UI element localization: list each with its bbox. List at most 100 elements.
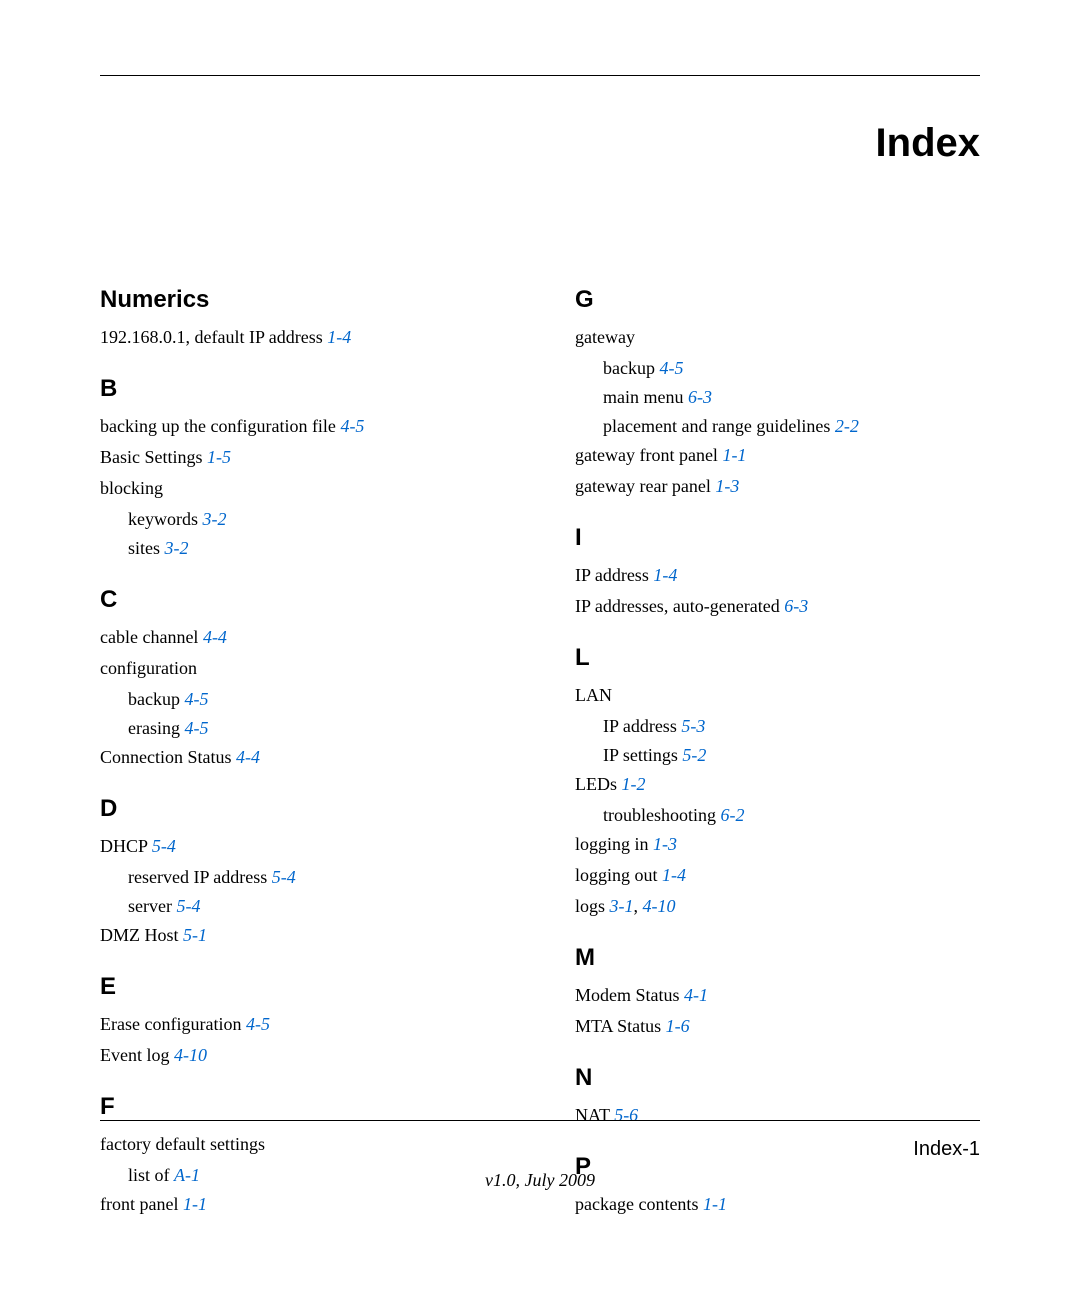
index-entry: package contents 1-1 xyxy=(575,1191,980,1218)
sub-entry-text: troubleshooting xyxy=(603,805,716,825)
page-ref-link[interactable]: 4-5 xyxy=(659,358,683,378)
index-entry: factory default settings xyxy=(100,1131,505,1158)
index-entry: gateway front panel 1-1 xyxy=(575,442,980,469)
footer-version: v1.0, July 2009 xyxy=(0,1170,1080,1191)
page-ref-link[interactable]: 5-3 xyxy=(681,716,705,736)
page-ref-link[interactable]: 4-10 xyxy=(643,896,676,916)
section-heading: M xyxy=(575,944,980,972)
page-ref-link[interactable]: 5-6 xyxy=(614,1105,638,1125)
section-heading: I xyxy=(575,524,980,552)
index-entry: Modem Status 4-1 xyxy=(575,982,980,1009)
section-heading: G xyxy=(575,286,980,314)
index-columns: Numerics192.168.0.1, default IP address … xyxy=(100,286,980,1222)
index-sub-entry: main menu 6-3 xyxy=(603,384,980,411)
index-entry: Basic Settings 1-5 xyxy=(100,444,505,471)
section-heading: D xyxy=(100,795,505,823)
page-ref-link[interactable]: 1-1 xyxy=(722,445,746,465)
page-ref-link[interactable]: 3-2 xyxy=(165,538,189,558)
page-ref-link[interactable]: 4-5 xyxy=(246,1014,270,1034)
entry-text: logs xyxy=(575,896,605,916)
entry-text: Modem Status xyxy=(575,985,680,1005)
entry-text: Connection Status xyxy=(100,747,232,767)
page-ref-link[interactable]: 1-2 xyxy=(622,774,646,794)
page-ref-link[interactable]: 1-1 xyxy=(183,1194,207,1214)
page-ref-link[interactable]: 2-2 xyxy=(835,416,859,436)
index-sub-entry: keywords 3-2 xyxy=(128,506,505,533)
section-heading: Numerics xyxy=(100,286,505,314)
sub-entry-text: IP settings xyxy=(603,745,678,765)
left-column: Numerics192.168.0.1, default IP address … xyxy=(100,286,505,1222)
page-ref-link[interactable]: 1-3 xyxy=(653,834,677,854)
index-entry: logging out 1-4 xyxy=(575,862,980,889)
index-entry: configuration xyxy=(100,655,505,682)
page-ref-link[interactable]: 1-3 xyxy=(715,476,739,496)
page-ref-link[interactable]: 6-3 xyxy=(688,387,712,407)
page-ref-link[interactable]: 3-2 xyxy=(203,509,227,529)
sub-entry-text: backup xyxy=(603,358,655,378)
page-ref-link[interactable]: 1-4 xyxy=(662,865,686,885)
page-ref-link[interactable]: 4-5 xyxy=(184,689,208,709)
page-ref-link[interactable]: 5-4 xyxy=(272,867,296,887)
index-entry: Erase configuration 4-5 xyxy=(100,1011,505,1038)
page-ref-link[interactable]: 4-4 xyxy=(203,627,227,647)
index-entry: gateway xyxy=(575,324,980,351)
index-sub-entry: IP address 5-3 xyxy=(603,713,980,740)
index-entry: logs 3-1, 4-10 xyxy=(575,893,980,920)
page-ref-link[interactable]: 6-2 xyxy=(721,805,745,825)
sub-entry-text: placement and range guidelines xyxy=(603,416,830,436)
index-entry: LAN xyxy=(575,682,980,709)
index-entry: Connection Status 4-4 xyxy=(100,744,505,771)
section-heading: L xyxy=(575,644,980,672)
index-entry: front panel 1-1 xyxy=(100,1191,505,1218)
page-ref-link[interactable]: 1-4 xyxy=(327,327,351,347)
page-ref-link[interactable]: 5-1 xyxy=(183,925,207,945)
page-ref-link[interactable]: 4-10 xyxy=(174,1045,207,1065)
page-ref-link[interactable]: 4-5 xyxy=(340,416,364,436)
page-ref-link[interactable]: 1-1 xyxy=(703,1194,727,1214)
entry-text: IP addresses, auto-generated xyxy=(575,596,780,616)
index-sub-entry: erasing 4-5 xyxy=(128,715,505,742)
entry-text: LEDs xyxy=(575,774,617,794)
page-ref-link[interactable]: 5-2 xyxy=(682,745,706,765)
page-ref-link[interactable]: 1-6 xyxy=(666,1016,690,1036)
index-sub-entry: troubleshooting 6-2 xyxy=(603,802,980,829)
top-rule xyxy=(100,75,980,76)
index-entry: MTA Status 1-6 xyxy=(575,1013,980,1040)
index-entry: IP addresses, auto-generated 6-3 xyxy=(575,593,980,620)
entry-text: gateway front panel xyxy=(575,445,718,465)
section-heading: F xyxy=(100,1093,505,1121)
entry-text: package contents xyxy=(575,1194,698,1214)
page-ref-link[interactable]: 1-4 xyxy=(653,565,677,585)
index-entry: backing up the configuration file 4-5 xyxy=(100,413,505,440)
index-entry: blocking xyxy=(100,475,505,502)
page-ref-link[interactable]: 4-1 xyxy=(684,985,708,1005)
sub-entry-text: sites xyxy=(128,538,160,558)
page-ref-link[interactable]: 1-5 xyxy=(207,447,231,467)
index-entry: IP address 1-4 xyxy=(575,562,980,589)
entry-text: MTA Status xyxy=(575,1016,661,1036)
index-entry: logging in 1-3 xyxy=(575,831,980,858)
page-title: Index xyxy=(100,121,980,166)
entry-text: front panel xyxy=(100,1194,178,1214)
page-number: Index-1 xyxy=(913,1138,980,1161)
page-ref-link[interactable]: 5-4 xyxy=(152,836,176,856)
entry-text: LAN xyxy=(575,685,612,705)
entry-text: logging in xyxy=(575,834,649,854)
index-entry: cable channel 4-4 xyxy=(100,624,505,651)
section-heading: E xyxy=(100,973,505,1001)
entry-text: NAT xyxy=(575,1105,610,1125)
page-ref-link[interactable]: 5-4 xyxy=(176,896,200,916)
entry-text: configuration xyxy=(100,658,197,678)
sub-entry-text: keywords xyxy=(128,509,198,529)
page-ref-link[interactable]: 4-5 xyxy=(184,718,208,738)
entry-text: Erase configuration xyxy=(100,1014,241,1034)
entry-text: gateway rear panel xyxy=(575,476,711,496)
index-entry: gateway rear panel 1-3 xyxy=(575,473,980,500)
page-ref-link[interactable]: 6-3 xyxy=(784,596,808,616)
page-ref-link[interactable]: 3-1 xyxy=(610,896,634,916)
index-sub-entry: server 5-4 xyxy=(128,893,505,920)
sub-entry-text: reserved IP address xyxy=(128,867,267,887)
entry-text: Event log xyxy=(100,1045,170,1065)
index-sub-entry: reserved IP address 5-4 xyxy=(128,864,505,891)
page-ref-link[interactable]: 4-4 xyxy=(236,747,260,767)
